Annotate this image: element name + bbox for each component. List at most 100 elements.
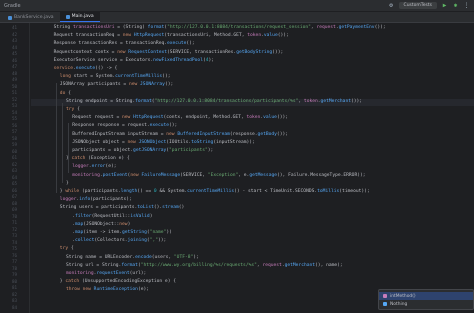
code-token: (url); (129, 271, 147, 276)
code-line[interactable]: JSONObject object = new JSONObject(IOUti… (72, 140, 255, 147)
line-number: 73 (11, 233, 17, 238)
completion-item[interactable]: intMethod() (379, 292, 473, 300)
completion-item-label: intMethod() (390, 293, 416, 299)
code-line[interactable]: BufferedInputStream inputStream = new Bu… (72, 132, 288, 139)
code-line[interactable]: } while (participants.length() == 0 && S… (60, 189, 370, 196)
code-token: )) (166, 230, 172, 235)
line-number: 50 (11, 83, 17, 89)
code-line[interactable]: } catch (Exception e) { (66, 156, 130, 163)
code-line[interactable]: String transactionsUri = (String) format… (54, 25, 386, 32)
code-token: monitoring (72, 172, 100, 178)
code-line[interactable]: try { (66, 107, 80, 114)
tab-main[interactable]: Main.java (59, 12, 100, 22)
code-line[interactable]: Response transactionRes = transactionReq… (54, 41, 195, 48)
code-line[interactable]: Response response = request.execute(); (72, 123, 177, 130)
code-line[interactable]: } (66, 181, 69, 188)
line-number: 48 (11, 70, 17, 76)
code-token: execute (75, 66, 96, 71)
code-line[interactable]: logger.error(e); (72, 164, 116, 171)
code-token: "http://127.0.0.1:8084/transactions/part… (154, 98, 299, 104)
settings-icon[interactable]: ⚙ (388, 2, 395, 9)
line-number: 67 (11, 194, 17, 199)
code-token: isValid (130, 213, 150, 219)
code-token: getPaymentEnv (338, 25, 375, 30)
code-token: (); (164, 82, 174, 88)
indent-guide (55, 83, 57, 193)
debug-icon[interactable]: ✱ (452, 2, 459, 9)
code-line[interactable]: .map(item -> item.getString("name")) (72, 230, 172, 237)
code-line[interactable]: String name = URLEncoder.encode(users, "… (66, 255, 199, 262)
code-line[interactable]: } catch (UnsupportedEncodingException e)… (60, 279, 176, 286)
code-token: service (53, 66, 73, 71)
code-token: logger (72, 164, 89, 170)
code-token: format (121, 262, 138, 268)
code-line[interactable]: service.execute(() -> { (54, 66, 118, 73)
code-token: (); (186, 41, 195, 47)
code-line[interactable]: throw new RuntimeException(e); (66, 287, 149, 294)
code-line[interactable]: participants = object.getJSONArray("part… (72, 148, 213, 155)
code-token: error (91, 164, 106, 170)
code-token: new (127, 139, 139, 145)
line-number: 54 (11, 109, 17, 115)
line-number: 68 (11, 200, 17, 206)
code-line[interactable]: ExecutorService service = Executors.newF… (54, 58, 214, 65)
tab-bankservice[interactable]: BankService.java (2, 13, 60, 22)
code-token: value (263, 115, 277, 121)
code-token: getJSONArray (133, 148, 167, 153)
code-token: encode (135, 254, 152, 260)
line-number: 52 (11, 96, 17, 102)
code-token: ); (207, 148, 214, 153)
run-configuration-select[interactable]: CustomTests (398, 2, 437, 9)
code-line[interactable]: .map(JSONObject::new) (72, 222, 130, 229)
code-line[interactable]: .filter(RequestUtil::isValid) (72, 214, 152, 221)
code-line[interactable]: Requestcontext contx = new RequestContex… (54, 50, 284, 57)
more-icon[interactable]: ⋮ (463, 2, 470, 9)
code-line[interactable]: Request request = new HttpRequest(contx,… (72, 115, 288, 122)
java-file-icon (8, 15, 12, 20)
code-line[interactable]: monitoring.postEvent(new FailureMessage(… (72, 173, 365, 180)
run-icon[interactable]: ▶ (441, 2, 448, 9)
code-token: (), Failure.MessageType.ERROR)); (277, 172, 366, 178)
line-number: 59 (11, 142, 17, 147)
code-token: String endpoint = String. (66, 98, 136, 104)
line-number: 47 (11, 64, 17, 69)
code-token: String name = URLEncoder. (66, 254, 136, 260)
code-line[interactable]: monitoring.requestEvent(url); (66, 271, 146, 278)
code-line[interactable]: String users = participants.toList().str… (60, 205, 185, 212)
code-line[interactable]: .collect(Collectors.joining(",")); (72, 238, 166, 245)
code-token: getBody (257, 131, 277, 137)
code-token: new (117, 49, 129, 55)
code-line[interactable]: long start = System.currentTimeMillis(); (60, 74, 171, 81)
code-line[interactable]: Request transactionReq = new HttpRequest… (54, 33, 289, 40)
code-token: )); (158, 238, 167, 244)
code-token: format (135, 98, 152, 104)
code-token: toList (137, 205, 154, 211)
code-line[interactable]: try { (60, 246, 74, 253)
code-line[interactable]: logger.info(participants); (60, 197, 132, 204)
code-token: getBodyString (236, 49, 273, 55)
code-token: postEvent (102, 172, 128, 178)
code-token: long (59, 74, 74, 80)
editor-tabs: BankService.java Main.java (0, 12, 474, 23)
code-line[interactable]: String endpoint = String.format("http://… (66, 99, 362, 106)
code-line[interactable]: JSONArray participants = new JSONArray()… (60, 82, 173, 89)
code-line[interactable]: do { (60, 91, 71, 98)
code-token: { (70, 246, 74, 252)
code-token: "http://127.0.0.1:8084/transactions/requ… (167, 25, 311, 30)
code-token: (Exception e) { (88, 156, 130, 162)
line-number-gutter[interactable]: 41 42 43 44 45 46 47 48 49 50 51 52 53 54 55 56 57 58 59 60… (0, 23, 30, 313)
code-token: (). (153, 205, 163, 211)
code-token: "http://www.wy.org/billing/%s/requests/%… (140, 262, 257, 268)
code-token: newFixedThreadPool (153, 57, 203, 63)
code-token: Request request = (72, 115, 122, 121)
line-number: 42 (11, 31, 17, 37)
line-number: 82 (11, 291, 17, 297)
code-token: (inputStream)); (213, 139, 255, 145)
code-token: Response response = request. (72, 123, 150, 129)
code-line[interactable]: String url = String.format("http://www.w… (66, 263, 343, 270)
code-token: (participants. (81, 189, 121, 194)
code-token: toMillis (317, 189, 340, 194)
completion-item[interactable]: Nothing (383, 300, 469, 308)
completion-popup[interactable]: intMethod() Nothing (378, 289, 474, 310)
code-editor[interactable]: String transactionsUri = (String) format… (31, 23, 474, 313)
